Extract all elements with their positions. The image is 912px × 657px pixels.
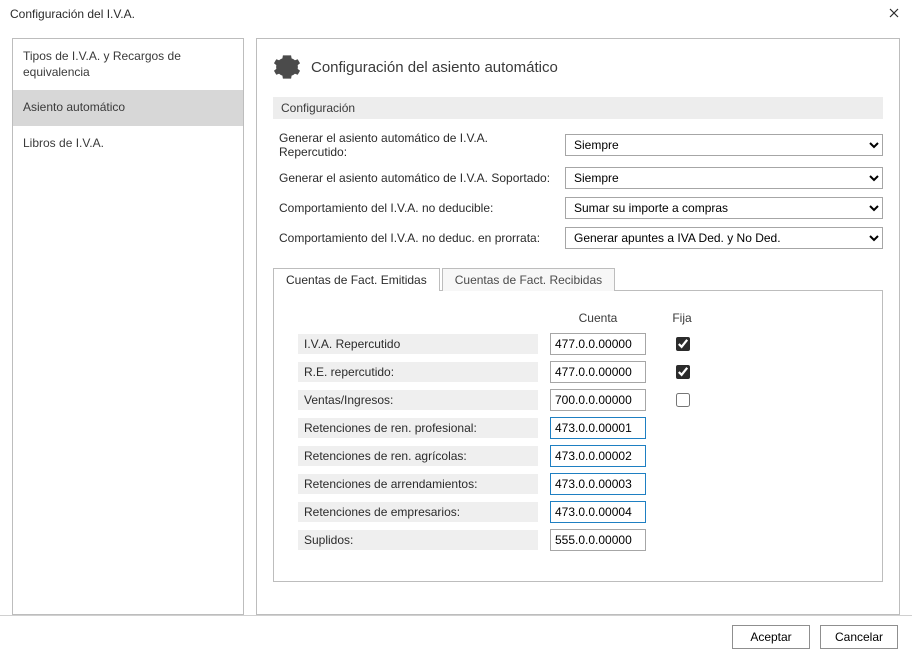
fija-cell: [658, 362, 706, 382]
select-no-deducible[interactable]: Sumar su importe a compras: [565, 197, 883, 219]
row-label: R.E. repercutido:: [298, 362, 538, 382]
cuenta-cell: [550, 417, 646, 439]
cuenta-input[interactable]: [550, 445, 646, 467]
select-iva-repercutido[interactable]: Siempre: [565, 134, 883, 156]
accounts-tabs: Cuentas de Fact. Emitidas Cuentas de Fac…: [273, 267, 883, 582]
form-label: Comportamiento del I.V.A. no deduc. en p…: [279, 231, 557, 245]
sidebar-item-label: Tipos de I.V.A. y Recargos de equivalenc…: [23, 49, 181, 79]
form-label: Comportamiento del I.V.A. no deducible:: [279, 201, 557, 215]
tab-label: Cuentas de Fact. Emitidas: [286, 273, 427, 287]
tab-fact-emitidas[interactable]: Cuentas de Fact. Emitidas: [273, 268, 440, 291]
title-bar: Configuración del I.V.A.: [0, 0, 912, 28]
select-iva-soportado[interactable]: Siempre: [565, 167, 883, 189]
cuenta-cell: [550, 473, 646, 495]
cuenta-input[interactable]: [550, 361, 646, 383]
window-title: Configuración del I.V.A.: [10, 7, 135, 21]
fija-cell: [658, 334, 706, 354]
form-label: Generar el asiento automático de I.V.A. …: [279, 171, 557, 185]
fija-cell: [658, 390, 706, 410]
row-label: Retenciones de arrendamientos:: [298, 474, 538, 494]
sidebar-nav: Tipos de I.V.A. y Recargos de equivalenc…: [12, 38, 244, 615]
page-title: Configuración del asiento automático: [311, 59, 558, 76]
sidebar-item-label: Libros de I.V.A.: [23, 136, 104, 150]
cuenta-cell: [550, 361, 646, 383]
fija-checkbox[interactable]: [676, 393, 690, 407]
form-row-iva-repercutido: Generar el asiento automático de I.V.A. …: [279, 131, 883, 159]
col-header-cuenta: Cuenta: [550, 311, 646, 327]
tab-panel-emitidas: Cuenta Fija I.V.A. Repercutido R.E. reper…: [273, 290, 883, 582]
cancel-button[interactable]: Cancelar: [820, 625, 898, 649]
row-label: Retenciones de ren. agrícolas:: [298, 446, 538, 466]
cuenta-input[interactable]: [550, 417, 646, 439]
page-header: Configuración del asiento automático: [273, 53, 883, 81]
cuenta-input[interactable]: [550, 333, 646, 355]
sidebar-item-asiento-automatico[interactable]: Asiento automático: [13, 90, 243, 126]
form-row-prorrata: Comportamiento del I.V.A. no deduc. en p…: [279, 227, 883, 249]
tab-strip: Cuentas de Fact. Emitidas Cuentas de Fac…: [273, 267, 883, 291]
cuenta-cell: [550, 389, 646, 411]
cuenta-cell: [550, 333, 646, 355]
cuenta-input[interactable]: [550, 501, 646, 523]
config-form: Generar el asiento automático de I.V.A. …: [279, 131, 883, 249]
dialog-body: Tipos de I.V.A. y Recargos de equivalenc…: [0, 28, 912, 615]
cuenta-cell: [550, 445, 646, 467]
sidebar-item-libros-iva[interactable]: Libros de I.V.A.: [13, 126, 243, 162]
sidebar-item-tipos-iva[interactable]: Tipos de I.V.A. y Recargos de equivalenc…: [13, 39, 243, 90]
row-label: Ventas/Ingresos:: [298, 390, 538, 410]
sidebar-item-label: Asiento automático: [23, 100, 125, 114]
cuenta-cell: [550, 529, 646, 551]
form-row-no-deducible: Comportamiento del I.V.A. no deducible: …: [279, 197, 883, 219]
fija-checkbox[interactable]: [676, 337, 690, 351]
cuenta-input[interactable]: [550, 473, 646, 495]
cuenta-input[interactable]: [550, 529, 646, 551]
gear-icon: [273, 53, 301, 81]
close-icon: [889, 7, 899, 21]
cuenta-cell: [550, 501, 646, 523]
col-header-fija: Fija: [658, 311, 706, 327]
form-label: Generar el asiento automático de I.V.A. …: [279, 131, 557, 159]
accept-button[interactable]: Aceptar: [732, 625, 810, 649]
row-label: Retenciones de ren. profesional:: [298, 418, 538, 438]
cuenta-input[interactable]: [550, 389, 646, 411]
tab-fact-recibidas[interactable]: Cuentas de Fact. Recibidas: [442, 268, 615, 291]
accounts-grid: Cuenta Fija I.V.A. Repercutido R.E. reper…: [298, 311, 858, 551]
config-dialog: Configuración del I.V.A. Tipos de I.V.A.…: [0, 0, 912, 657]
tab-label: Cuentas de Fact. Recibidas: [455, 273, 602, 287]
form-row-iva-soportado: Generar el asiento automático de I.V.A. …: [279, 167, 883, 189]
main-panel: Configuración del asiento automático Con…: [256, 38, 900, 615]
fija-checkbox[interactable]: [676, 365, 690, 379]
row-label: Suplidos:: [298, 530, 538, 550]
close-button[interactable]: [884, 4, 904, 24]
section-title: Configuración: [273, 97, 883, 119]
dialog-button-bar: Aceptar Cancelar: [0, 615, 912, 657]
row-label: I.V.A. Repercutido: [298, 334, 538, 354]
row-label: Retenciones de empresarios:: [298, 502, 538, 522]
select-prorrata[interactable]: Generar apuntes a IVA Ded. y No Ded.: [565, 227, 883, 249]
